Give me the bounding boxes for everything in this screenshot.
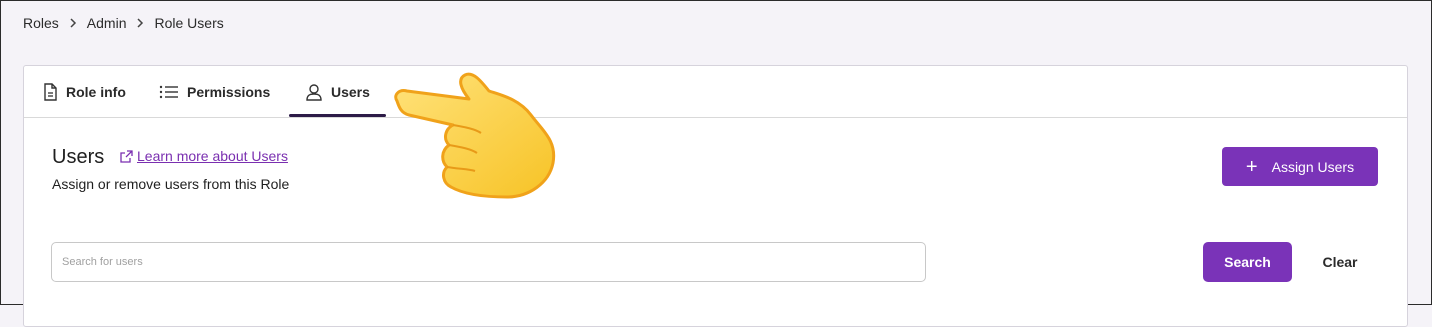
clear-button[interactable]: Clear bbox=[1302, 242, 1378, 282]
breadcrumb-item-roles[interactable]: Roles bbox=[23, 15, 59, 31]
learn-more-link-wrap: Learn more about Users bbox=[120, 148, 288, 164]
section-title: Users bbox=[52, 146, 105, 168]
user-icon bbox=[305, 83, 323, 101]
search-users-input[interactable] bbox=[51, 242, 926, 282]
tab-permissions[interactable]: Permissions bbox=[159, 66, 270, 117]
tab-label: Role info bbox=[66, 83, 126, 100]
tab-users[interactable]: Users bbox=[289, 66, 386, 117]
document-icon bbox=[42, 82, 58, 101]
external-link-icon bbox=[120, 149, 133, 163]
breadcrumb-item-admin[interactable]: Admin bbox=[87, 15, 127, 31]
breadcrumb-item-role-users: Role Users bbox=[154, 15, 224, 31]
tab-label: Permissions bbox=[187, 83, 271, 100]
section-subtitle: Assign or remove users from this Role bbox=[52, 176, 290, 192]
search-button[interactable]: Search bbox=[1203, 242, 1292, 282]
breadcrumb: Roles Admin Role Users bbox=[23, 15, 224, 31]
assign-users-label: Assign Users bbox=[1271, 158, 1355, 175]
tab-bar: Role info Permissions Users bbox=[24, 66, 1407, 118]
tab-role-info[interactable]: Role info bbox=[42, 66, 126, 117]
plus-icon: + bbox=[1245, 155, 1258, 178]
list-icon bbox=[159, 84, 179, 100]
role-card: Role info Permissions Users Users Learn … bbox=[23, 65, 1408, 327]
learn-more-link[interactable]: Learn more about Users bbox=[137, 148, 288, 164]
chevron-right-icon bbox=[69, 18, 77, 28]
tab-label: Users bbox=[331, 83, 370, 100]
assign-users-button[interactable]: + Assign Users bbox=[1222, 147, 1378, 186]
active-tab-indicator bbox=[289, 114, 386, 117]
pointing-hand-icon bbox=[389, 71, 564, 211]
chevron-right-icon bbox=[136, 18, 144, 28]
